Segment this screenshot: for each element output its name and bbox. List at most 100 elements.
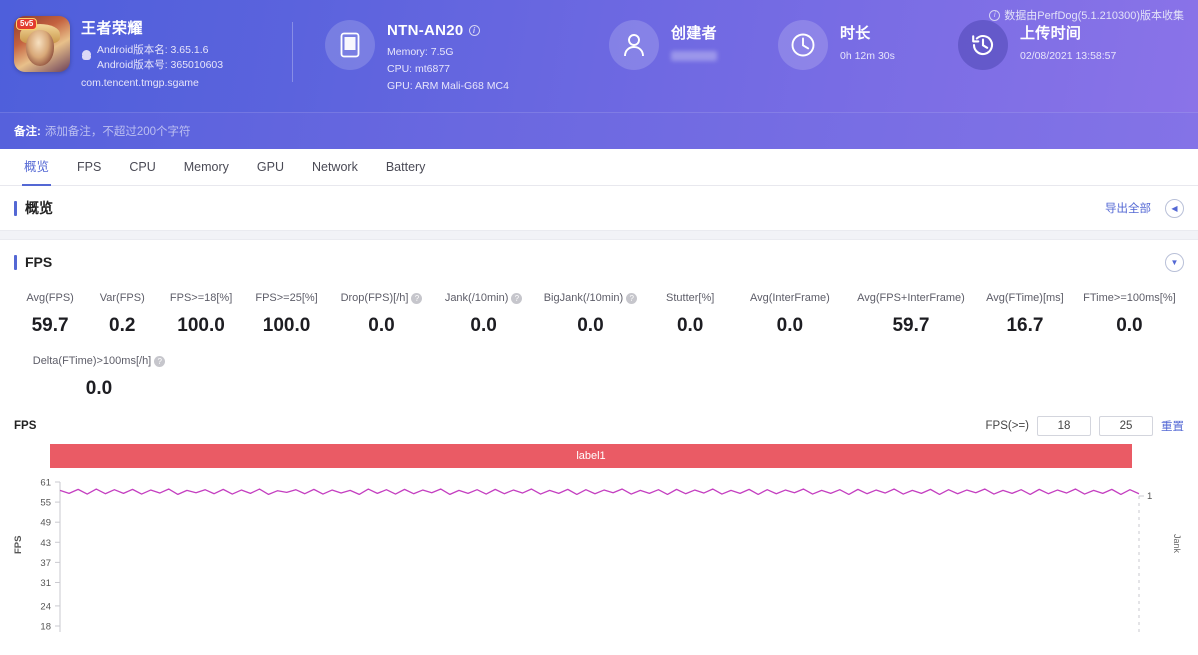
tab-battery[interactable]: Battery — [372, 149, 440, 186]
svg-text:37: 37 — [40, 558, 51, 569]
device-name: NTN-AN20 — [387, 22, 464, 39]
fps-accent-bar — [14, 254, 17, 270]
fps-chart-toolbar: FPS FPS(>=) 重置 — [14, 414, 1184, 438]
tab-gpu[interactable]: GPU — [243, 149, 298, 186]
section-separator-band — [0, 230, 1198, 240]
metric-avg-fps: Avg(FPS) 59.7 — [14, 292, 86, 337]
metric-label: Delta(FTime)>100ms[/h]? — [33, 355, 166, 367]
metric-value: 59.7 — [892, 315, 930, 336]
game-mode-badge: 5v5 — [16, 18, 38, 30]
tab-cpu[interactable]: CPU — [115, 149, 169, 186]
creator-body: 创建者 — [671, 20, 717, 66]
device-gpu: GPU: ARM Mali-G68 MC4 — [387, 79, 509, 92]
device-info-card: NTN-AN20 i Memory: 7.5G CPU: mt6877 GPU:… — [293, 0, 593, 94]
remark-bar[interactable]: 备注: 添加备注，不超过200个字符 — [0, 112, 1198, 149]
help-icon[interactable]: ? — [411, 292, 423, 304]
help-icon[interactable]: ? — [154, 355, 166, 367]
metric-avg-interframe: Avg(InterFrame) 0.0 — [733, 292, 847, 337]
metric-jank-10min: Jank(/10min)? 0.0 — [434, 292, 534, 337]
fps-title-group: FPS — [14, 254, 52, 270]
game-icon-art-face — [26, 30, 54, 66]
metric-label: Drop(FPS)[/h]? — [341, 292, 423, 304]
metric-label: Jank(/10min)? — [445, 292, 523, 304]
fps-threshold-label: FPS(>=) — [985, 420, 1029, 432]
duration-card: 时长 0h 12m 30s — [778, 0, 958, 70]
game-version-row: Android版本名: 3.65.1.6 Android版本号: 3650106… — [81, 43, 223, 73]
svg-text:61: 61 — [40, 478, 51, 489]
device-info-icon[interactable]: i — [468, 25, 480, 36]
duration-title: 时长 — [840, 25, 871, 42]
metric-avg-fps-interframe: Avg(FPS+InterFrame) 59.7 — [847, 292, 975, 337]
metric-label: FTime>=100ms[%] — [1083, 292, 1176, 304]
metric-label: FPS>=18[%] — [169, 292, 233, 304]
creator-card: 创建者 — [593, 0, 778, 70]
metric-var-fps: Var(FPS) 0.2 — [86, 292, 158, 337]
android-version-code: Android版本号: 365010603 — [97, 59, 224, 72]
fps-threshold-high-input[interactable] — [1099, 416, 1153, 436]
metric-value: 59.7 — [31, 315, 69, 336]
svg-text:1: 1 — [1147, 491, 1152, 502]
user-icon — [624, 34, 644, 57]
remark-placeholder[interactable]: 添加备注，不超过200个字符 — [45, 123, 191, 139]
reset-thresholds-button[interactable]: 重置 — [1161, 418, 1184, 434]
svg-text:18: 18 — [40, 622, 51, 633]
svg-text:49: 49 — [40, 518, 51, 529]
metric-delta-ftime-100ms-h: Delta(FTime)>100ms[/h]? 0.0 — [14, 355, 184, 400]
chevron-down-icon[interactable]: ▼ — [1165, 252, 1184, 272]
fps-title: FPS — [25, 254, 53, 270]
creator-title: 创建者 — [671, 25, 717, 42]
android-icon — [81, 48, 92, 60]
upload-title: 上传时间 — [1020, 25, 1082, 42]
metric-label: Avg(FTime)[ms] — [986, 292, 1064, 304]
metrics-row-primary: Avg(FPS) 59.7 Var(FPS) 0.2 FPS>=18[%] 100.0 FP… — [14, 292, 1184, 337]
metric-label: Avg(FPS) — [26, 292, 74, 304]
metric-value: 0.0 — [1116, 315, 1143, 336]
tab-fps[interactable]: FPS — [63, 149, 115, 186]
history-icon — [972, 34, 993, 56]
help-icon[interactable]: ? — [626, 292, 638, 304]
metric-value: 100.0 — [262, 315, 311, 336]
metric-label: Stutter[%] — [666, 292, 715, 304]
metric-fps-18: FPS>=18[%] 100.0 — [158, 292, 243, 337]
chart-legend-label1[interactable]: label1 — [50, 444, 1132, 468]
export-all-button[interactable]: 导出全部 — [1105, 200, 1151, 216]
metric-ftime-100ms: FTime>=100ms[%] 0.0 — [1075, 292, 1184, 337]
phone-icon — [340, 32, 360, 58]
metric-value: 100.0 — [177, 315, 225, 336]
duration-body: 时长 0h 12m 30s — [840, 20, 895, 65]
creator-value-redacted — [671, 51, 717, 61]
fps-threshold-controls: FPS(>=) 重置 — [986, 416, 1184, 436]
device-icon-circle — [325, 20, 375, 70]
svg-text:43: 43 — [40, 538, 51, 549]
metric-value: 0.0 — [368, 315, 395, 336]
upload-value: 02/08/2021 13:58:57 — [1020, 50, 1117, 62]
metric-fps-25: FPS>=25[%] 100.0 — [244, 292, 329, 337]
overview-title: 概览 — [25, 200, 53, 216]
tab-memory[interactable]: Memory — [170, 149, 243, 186]
metric-bigjank-10min: BigJank(/10min)? 0.0 — [533, 292, 647, 337]
metric-label: Var(FPS) — [99, 292, 145, 304]
help-icon[interactable]: ? — [511, 292, 523, 304]
creator-icon-circle — [609, 20, 659, 70]
game-version-lines: Android版本名: 3.65.1.6 Android版本号: 3650106… — [97, 43, 223, 73]
duration-icon-circle — [778, 20, 828, 70]
fps-chart-label: FPS — [14, 420, 37, 432]
fps-line-chart: 61 55 49 43 37 31 24 18 1 — [40, 478, 1152, 633]
metric-label: FPS>=25[%] — [255, 292, 318, 304]
android-version-name: Android版本名: 3.65.1.6 — [97, 44, 209, 56]
device-memory: Memory: 7.5G — [387, 46, 454, 58]
metric-avg-ftime-ms: Avg(FTime)[ms] 16.7 — [975, 292, 1075, 337]
tab-network[interactable]: Network — [298, 149, 372, 186]
metric-value: 0.0 — [776, 315, 804, 336]
tab-overview[interactable]: 概览 — [10, 149, 63, 186]
game-package-name: com.tencent.tmgp.sgame — [81, 77, 199, 90]
metrics-row-secondary: Delta(FTime)>100ms[/h]? 0.0 — [14, 355, 1184, 400]
fps-threshold-low-input[interactable] — [1037, 416, 1091, 436]
svg-text:24: 24 — [40, 601, 51, 612]
metric-stutter: Stutter[%] 0.0 — [647, 292, 732, 337]
metric-value: 0.0 — [85, 378, 113, 399]
chevron-left-icon[interactable]: ◀ — [1165, 198, 1184, 218]
game-info-block: 5v5 王者荣耀 Android版本名: 3.65.1.6 Android版本号… — [0, 0, 292, 89]
svg-text:55: 55 — [40, 498, 51, 509]
fps-metrics: Avg(FPS) 59.7 Var(FPS) 0.2 FPS>=18[%] 100.0 FP… — [0, 284, 1198, 400]
